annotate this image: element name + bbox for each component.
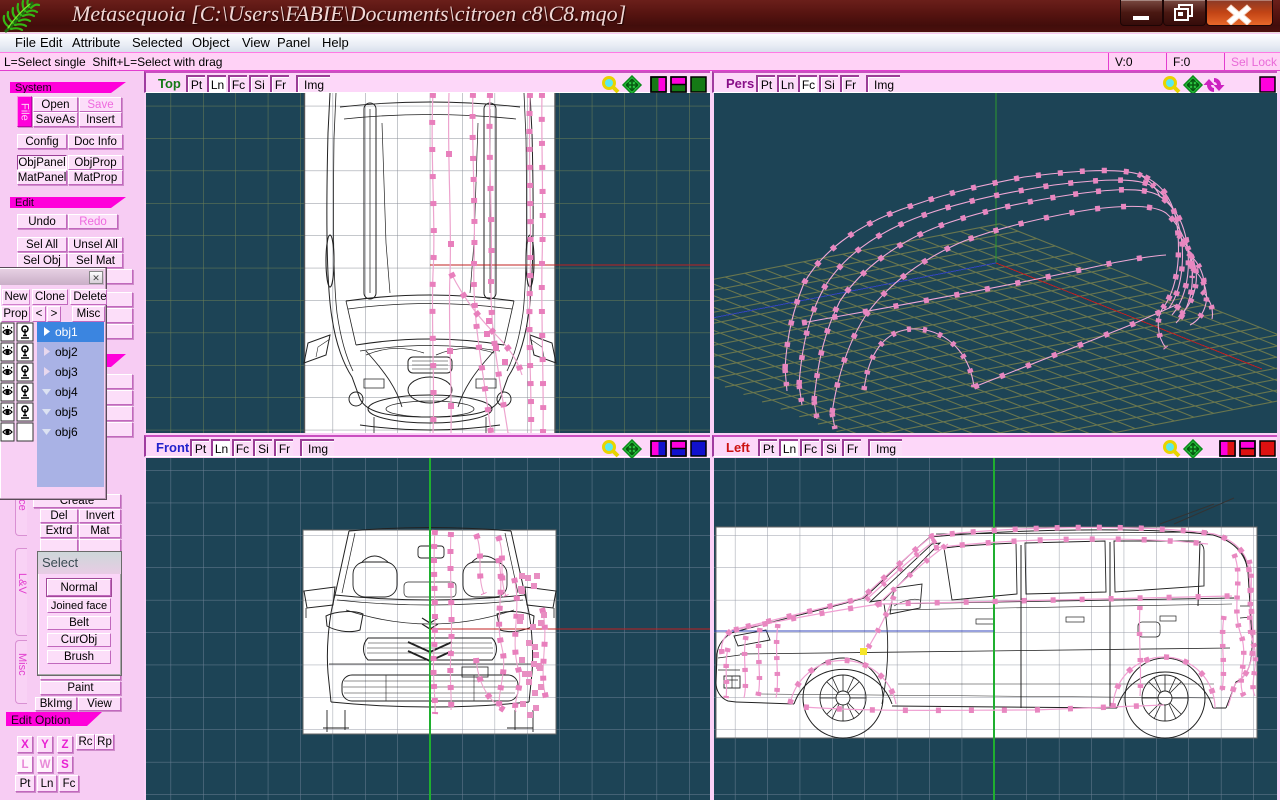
- svg-text:obj5: obj5: [55, 405, 78, 419]
- svg-text:obj1: obj1: [55, 325, 78, 339]
- svg-text:obj4: obj4: [55, 385, 78, 399]
- svg-text:obj3: obj3: [55, 365, 78, 379]
- svg-text:obj2: obj2: [55, 345, 78, 359]
- svg-text:obj6: obj6: [55, 425, 78, 439]
